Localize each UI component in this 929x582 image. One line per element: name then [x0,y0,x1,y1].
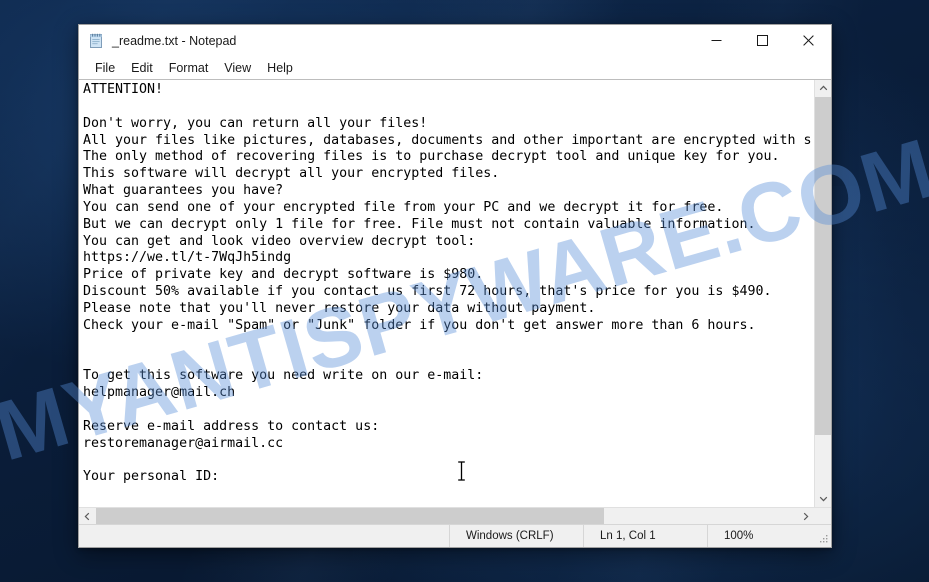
document-line: Don't worry, you can return all your fil… [83,115,428,131]
menu-item-file[interactable]: File [87,59,123,77]
menu-item-help[interactable]: Help [259,59,301,77]
horizontal-scrollbar[interactable] [79,507,831,524]
menu-item-view[interactable]: View [216,59,259,77]
document-line: You can send one of your encrypted file … [83,199,724,215]
scroll-up-button[interactable] [815,80,831,97]
minimize-button[interactable] [693,25,739,56]
status-zoom-level: 100% [707,525,815,547]
document-line: ATTENTION! [83,82,164,97]
scroll-left-button[interactable] [79,508,96,524]
document-line: But we can decrypt only 1 file for free.… [83,216,756,232]
menu-item-edit[interactable]: Edit [123,59,161,77]
horizontal-scroll-track[interactable] [96,508,797,524]
close-icon [802,35,814,46]
document-line: helpmanager@mail.ch [83,385,236,401]
document-line: Discount 50% available if you contact us… [83,284,772,300]
document-line: Reserve e-mail address to contact us: [83,418,380,434]
notepad-window: _readme.txt - Notepad File Edit Format V… [78,24,832,548]
maximize-button[interactable] [739,25,785,56]
scrollbar-corner [814,508,831,524]
chevron-left-icon [84,512,90,520]
resize-grip-icon[interactable] [815,525,831,547]
chevron-down-icon [819,496,827,502]
notepad-icon [88,33,104,49]
vertical-scroll-track[interactable] [815,97,831,490]
status-encoding: Windows (CRLF) [449,525,583,547]
document-line: Your personal ID: [83,469,220,485]
document-line: This software will decrypt all your encr… [83,166,500,182]
vertical-scroll-thumb[interactable] [815,97,831,435]
minimize-icon [711,40,721,41]
document-line: restoremanager@airmail.cc [83,435,284,451]
document-line: The only method of recovering files is t… [83,149,780,165]
scroll-down-button[interactable] [815,490,831,507]
document-line: Price of private key and decrypt softwar… [83,267,484,283]
chevron-up-icon [819,85,827,91]
document-line: https://we.tl/t-7WqJh5indg [83,250,292,266]
status-cursor-position: Ln 1, Col 1 [583,525,707,547]
close-button[interactable] [785,25,831,56]
editor-region: ATTENTION! Don't worry, you can return al… [79,79,831,524]
document-line: Please note that you'll never restore yo… [83,300,596,316]
document-line: You can get and look video overview decr… [83,233,476,249]
status-bar-spacer [79,525,449,547]
window-title: _readme.txt - Notepad [112,33,237,48]
scroll-right-button[interactable] [797,508,814,524]
status-bar: Windows (CRLF) Ln 1, Col 1 100% [79,524,831,547]
horizontal-scroll-thumb[interactable] [96,508,605,524]
menu-bar: File Edit Format View Help [79,56,831,79]
document-line: Check your e-mail "Spam" or "Junk" folde… [83,317,756,333]
maximize-icon [756,35,768,46]
document-line: All your files like pictures, databases,… [83,132,812,148]
window-titlebar[interactable]: _readme.txt - Notepad [79,25,831,56]
document-line: What guarantees you have? [83,183,284,199]
document-text: ATTENTION! Don't worry, you can return al… [83,82,814,486]
window-controls [693,25,831,56]
chevron-right-icon [803,512,809,520]
vertical-scrollbar[interactable] [814,80,831,507]
document-line: To get this software you need write on o… [83,368,484,384]
text-editor[interactable]: ATTENTION! Don't worry, you can return al… [79,80,814,507]
menu-item-format[interactable]: Format [161,59,217,77]
